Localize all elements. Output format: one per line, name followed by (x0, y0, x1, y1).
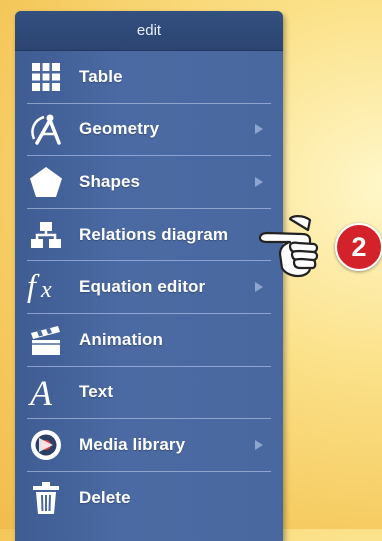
menu-item-label: Table (79, 66, 123, 86)
letter-a-icon: A (26, 372, 66, 412)
table-icon (26, 57, 66, 97)
menu-item-label: Equation editor (79, 277, 206, 297)
menu-item-label: Media library (79, 434, 186, 454)
svg-text:f: f (27, 269, 40, 303)
pointing-hand-icon (256, 210, 346, 285)
menu-item-label: Shapes (79, 171, 141, 191)
submenu-arrow-icon (255, 176, 263, 187)
submenu-arrow-icon (255, 439, 263, 450)
menu-item-label: Text (79, 382, 114, 402)
menu-title: edit (15, 11, 283, 51)
org-chart-icon (26, 215, 66, 255)
step-badge: 2 (335, 223, 382, 271)
menu-item-shapes[interactable]: Shapes (27, 156, 271, 209)
menu-item-media-library[interactable]: Media library (27, 419, 271, 472)
menu-item-table[interactable]: Table (27, 51, 271, 104)
menu-item-geometry[interactable]: Geometry (27, 104, 271, 157)
menu-item-label: Geometry (79, 119, 160, 139)
menu-item-equation-editor[interactable]: f x Equation editor (27, 261, 271, 314)
edit-menu: edit Table Geometry Shapes Relations dia… (15, 11, 283, 541)
submenu-arrow-icon (255, 124, 263, 135)
media-play-icon (26, 425, 66, 465)
compass-icon (26, 109, 66, 149)
pentagon-icon (26, 162, 66, 202)
menu-item-delete[interactable]: Delete (27, 472, 271, 525)
fx-icon: f x (26, 267, 66, 307)
menu-item-label: Relations diagram (79, 224, 229, 244)
svg-text:A: A (28, 374, 53, 410)
clapperboard-icon (26, 320, 66, 360)
menu-item-text[interactable]: A Text (27, 367, 271, 420)
menu-item-relations-diagram[interactable]: Relations diagram (27, 209, 271, 262)
trash-icon (26, 478, 66, 518)
svg-text:x: x (40, 277, 52, 303)
menu-item-label: Animation (79, 329, 164, 349)
menu-item-label: Delete (79, 488, 131, 508)
menu-item-animation[interactable]: Animation (27, 314, 271, 367)
